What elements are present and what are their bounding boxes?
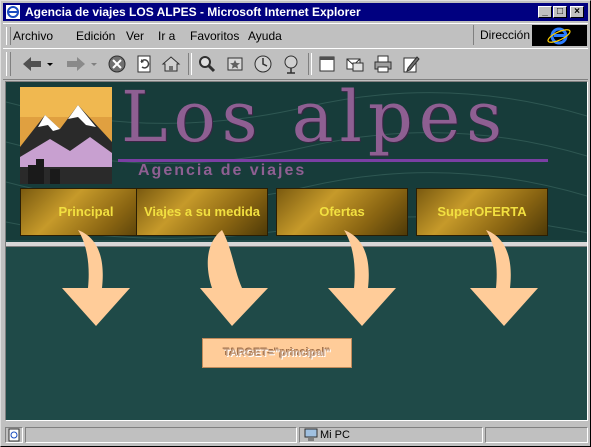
channels-icon [284,55,298,74]
forward-button[interactable] [61,53,101,75]
home-button[interactable] [160,53,182,75]
print-button[interactable] [372,53,394,75]
window-title: Agencia de viajes LOS ALPES - Microsoft … [25,5,361,19]
menu-ir-a[interactable]: Ir a [158,29,175,43]
menu-edicion[interactable]: Edición [76,29,115,43]
fullscreen-button[interactable] [316,53,338,75]
toolbar-separator [308,53,312,75]
address-label[interactable]: Dirección [473,25,538,45]
ie-logo [532,25,587,46]
stop-icon [108,55,126,73]
back-icon [23,57,53,71]
search-icon [199,56,216,73]
down-arrow-icon [328,230,396,326]
print-icon [374,55,392,73]
nav-ofertas[interactable]: Ofertas [276,188,408,236]
menu-grip[interactable] [6,27,11,45]
channels-button[interactable] [280,53,302,75]
nav-principal[interactable]: Principal [20,188,152,236]
refresh-button[interactable] [133,53,155,75]
menu-ver[interactable]: Ver [126,29,144,43]
status-resize-grip[interactable] [485,427,588,443]
maximize-button[interactable]: □ [553,6,567,18]
down-arrow-icon [62,230,130,326]
site-header: Los alpes Agencia de viajes Principal Vi… [6,82,587,240]
minimize-button[interactable]: _ [538,6,552,18]
menu-archivo[interactable]: Archivo [13,29,53,43]
forward-icon [67,57,97,71]
browser-window: Agencia de viajes LOS ALPES - Microsoft … [0,0,591,447]
computer-icon [304,428,318,441]
toolbar-grip[interactable] [6,52,11,76]
history-icon [254,55,272,73]
brand-title: Los alpes [121,81,509,158]
mountain-logo [20,87,112,184]
menu-favoritos[interactable]: Favoritos [190,29,239,43]
target-frame-label: TARGET="principal" [202,338,352,368]
edit-button[interactable] [400,53,422,75]
back-button[interactable] [17,53,57,75]
status-zone: Mi PC [299,427,483,443]
favorites-icon [227,57,243,71]
toolbar [3,48,588,80]
fullscreen-icon [319,56,335,72]
down-arrow-icon [200,230,268,326]
page-icon [8,428,20,442]
menu-ayuda[interactable]: Ayuda [248,29,282,43]
history-button[interactable] [252,53,274,75]
home-icon [161,56,181,72]
status-page-icon-cell [5,427,23,443]
status-bar: Mi PC [3,425,590,445]
brand-subtitle: Agencia de viajes [138,162,307,179]
ie-window-icon [6,5,20,19]
status-text [25,427,297,443]
ie-logo-icon [547,27,571,45]
refresh-icon [137,55,151,73]
close-button[interactable]: × [570,6,584,18]
stop-button[interactable] [106,53,128,75]
edit-icon [403,56,420,73]
nav-superoferta[interactable]: SuperOFERTA [416,188,548,236]
down-arrow-icon [470,230,538,326]
zone-label: Mi PC [320,429,350,441]
title-bar: Agencia de viajes LOS ALPES - Microsoft … [3,3,588,21]
favorites-button[interactable] [224,53,246,75]
mail-button[interactable] [344,53,366,75]
nav-viajes-medida[interactable]: Viajes a su medida [136,188,268,236]
toolbar-separator [188,53,192,75]
search-button[interactable] [196,53,218,75]
mail-icon [346,58,364,72]
page-content: Los alpes Agencia de viajes Principal Vi… [5,81,588,421]
